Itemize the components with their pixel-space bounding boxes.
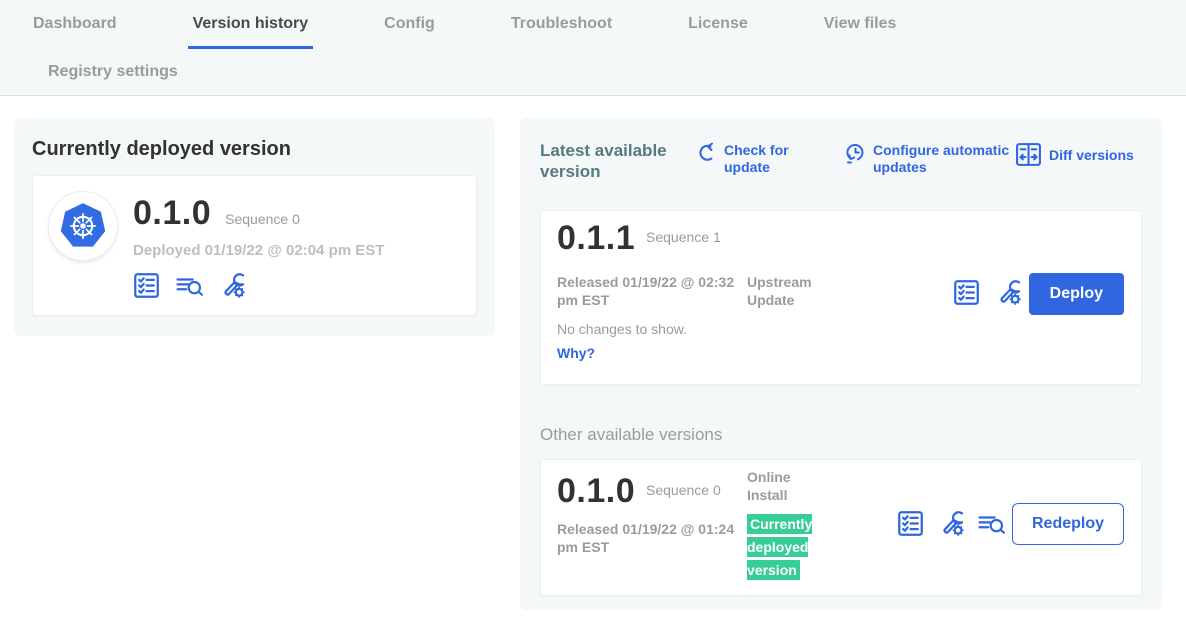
latest-available-header: Latest available version Check for updat… [540,138,1142,196]
tab-view-files[interactable]: View files [819,15,902,49]
view-logs-icon[interactable] [977,511,1007,537]
diff-versions-link[interactable]: Diff versions [1015,142,1134,167]
no-changes-note: No changes to show. [557,321,687,337]
primary-tabs: Dashboard Version history Config Trouble… [28,15,1186,49]
check-for-update-label: Check for update [724,142,802,176]
top-navigation: Dashboard Version history Config Trouble… [0,0,1186,96]
other-version-card: 0.1.0 Sequence 0 Online Install Currentl… [540,459,1142,596]
latest-version-number: 0.1.1 [557,219,635,258]
scheduled-update-icon [845,142,866,165]
diff-versions-label: Diff versions [1049,147,1134,167]
currently-deployed-badge: Currently deployed version [747,513,817,582]
why-link[interactable]: Why? [557,345,595,361]
other-sequence-label: Sequence 0 [646,482,721,499]
currently-deployed-title: Currently deployed version [32,138,477,161]
deployed-sequence-label: Sequence 0 [225,211,300,227]
refresh-arrow-icon [697,142,717,164]
redeploy-button[interactable]: Redeploy [1012,503,1124,545]
latest-available-title: Latest available version [540,140,690,182]
currently-deployed-panel: Currently deployed version [14,118,495,336]
configure-automatic-updates-link[interactable]: Configure automatic updates [845,142,1013,176]
latest-available-panel: Latest available version Check for updat… [520,118,1162,610]
view-logs-icon[interactable] [175,273,205,299]
config-wrench-icon[interactable] [939,510,966,537]
diff-columns-icon [1015,142,1042,167]
config-wrench-icon[interactable] [996,279,1023,306]
tab-troubleshoot[interactable]: Troubleshoot [506,15,617,49]
deployed-timestamp: Deployed 01/19/22 @ 02:04 pm EST [133,242,384,259]
config-wrench-icon[interactable] [220,272,247,299]
tab-config[interactable]: Config [379,15,440,49]
app-logo [49,192,117,260]
preflight-checklist-icon[interactable] [953,279,980,306]
preflight-checklist-icon[interactable] [133,272,160,299]
tab-registry-settings[interactable]: Registry settings [48,63,178,80]
latest-released-timestamp: Released 01/19/22 @ 02:32 pm EST [557,273,742,309]
deploy-button[interactable]: Deploy [1029,273,1124,315]
tab-license[interactable]: License [683,15,753,49]
latest-sequence-label: Sequence 1 [646,229,721,246]
latest-version-card: 0.1.1 Sequence 1 Released 01/19/22 @ 02:… [540,210,1142,385]
other-version-number: 0.1.0 [557,472,635,511]
secondary-tabs: Registry settings [0,49,1186,95]
preflight-checklist-icon[interactable] [897,510,924,537]
deployed-version-info: 0.1.0 Sequence 0 Deployed 01/19/22 @ 02:… [133,192,384,299]
configure-automatic-updates-label: Configure automatic updates [873,142,1013,176]
page-body: Currently deployed version [0,96,1186,638]
other-released-timestamp: Released 01/19/22 @ 01:24 pm EST [557,520,742,556]
other-versions-title: Other available versions [540,425,1142,445]
other-source-label: Online Install [747,468,827,504]
check-for-update-link[interactable]: Check for update [697,142,802,176]
tab-dashboard[interactable]: Dashboard [28,15,122,49]
latest-source-label: Upstream Update [747,273,852,309]
deployed-version-card: 0.1.0 Sequence 0 Deployed 01/19/22 @ 02:… [32,175,477,316]
kubernetes-icon [54,197,112,255]
tab-version-history[interactable]: Version history [188,15,314,49]
deployed-version-number: 0.1.0 [133,194,211,233]
